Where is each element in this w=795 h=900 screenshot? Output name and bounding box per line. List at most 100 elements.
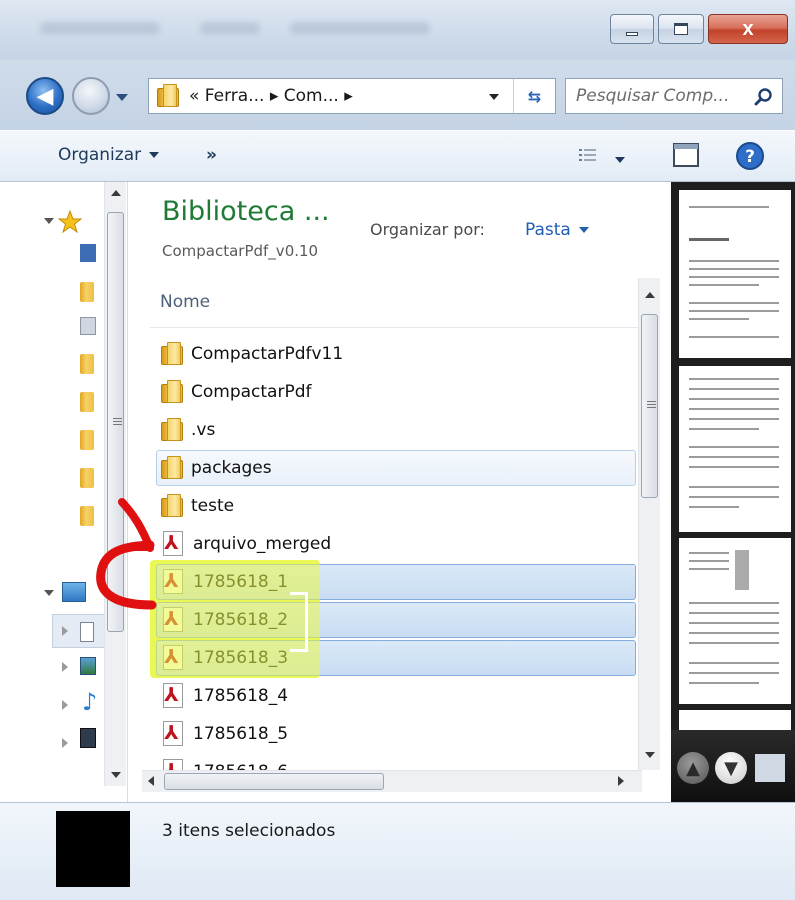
back-button[interactable]: ◀	[26, 77, 64, 115]
folder-icon	[161, 456, 183, 480]
libraries-icon[interactable]	[62, 582, 86, 602]
file-list-scrollbar[interactable]	[638, 278, 660, 770]
arrow-up-icon: ▲	[686, 757, 700, 779]
address-row: ◀ « Ferra... ▸ Com... ▸ ⇆	[0, 60, 795, 130]
library-subtitle: CompactarPdf_v0.10	[162, 242, 319, 260]
preview-page-indicator	[755, 754, 785, 782]
recent-places-icon[interactable]	[80, 317, 96, 335]
address-dropdown-icon[interactable]	[489, 94, 499, 100]
preview-page	[679, 366, 791, 532]
list-item[interactable]: .vs	[156, 412, 636, 448]
chevron-down-icon	[615, 157, 626, 163]
pdf-icon: ⅄	[161, 683, 185, 709]
view-list-icon	[579, 149, 596, 161]
refresh-icon: ⇆	[527, 86, 542, 106]
expand-arrow-icon[interactable]	[62, 738, 68, 748]
arrange-by-value: Pasta	[525, 220, 571, 240]
expand-arrow-icon[interactable]	[44, 590, 54, 596]
next-page-button[interactable]: ▼	[715, 752, 747, 784]
expand-arrow-icon[interactable]	[62, 700, 68, 710]
preview-controls: ▲ ▼	[671, 730, 795, 802]
item-name: CompactarPdfv11	[191, 344, 344, 364]
minimize-button[interactable]	[610, 14, 654, 44]
music-icon[interactable]: ♪	[82, 688, 97, 716]
preview-pane-icon	[673, 143, 699, 167]
pictures-icon[interactable]	[80, 657, 96, 675]
previous-page-button[interactable]: ▲	[677, 752, 709, 784]
list-item[interactable]: teste	[156, 488, 636, 524]
folder-icon[interactable]	[80, 354, 94, 374]
command-bar: Organizar » ?	[0, 130, 795, 182]
list-item[interactable]: packages	[156, 450, 636, 486]
chevron-down-icon	[149, 152, 160, 158]
breadcrumb[interactable]: « Ferra... ▸ Com... ▸	[189, 86, 353, 106]
forward-button[interactable]	[72, 77, 110, 115]
item-name: .vs	[191, 420, 216, 440]
more-commands-button[interactable]: »	[206, 145, 217, 165]
item-name: teste	[191, 496, 235, 516]
arrange-by-dropdown[interactable]: Pasta	[525, 220, 589, 240]
file-list-scroll-thumb[interactable]	[641, 314, 658, 498]
hscroll-thumb[interactable]	[164, 773, 384, 790]
more-label: »	[206, 145, 217, 165]
column-header-name[interactable]: Nome	[150, 278, 638, 328]
maximize-button[interactable]	[658, 14, 704, 44]
column-name-label: Nome	[160, 292, 211, 312]
search-icon[interactable]	[754, 87, 774, 107]
folder-icon	[157, 84, 179, 108]
history-dropdown-icon[interactable]	[116, 94, 128, 101]
folder-icon	[161, 380, 183, 404]
item-name: packages	[191, 458, 272, 478]
folder-icon[interactable]	[80, 430, 94, 450]
library-title: Biblioteca ...	[162, 196, 330, 227]
file-list-hscrollbar[interactable]	[142, 770, 642, 792]
nav-scroll-thumb[interactable]	[107, 212, 124, 632]
help-button[interactable]: ?	[734, 140, 766, 177]
scroll-up-icon[interactable]	[645, 292, 655, 298]
scroll-down-icon[interactable]	[111, 772, 121, 778]
title-bar[interactable]: x	[0, 0, 795, 60]
preview-pane-button[interactable]	[672, 141, 700, 174]
help-icon: ?	[736, 142, 764, 170]
list-item[interactable]: CompactarPdfv11	[156, 336, 636, 372]
expand-arrow-icon[interactable]	[62, 626, 68, 636]
navigation-pane[interactable]: ♪	[0, 182, 128, 802]
search-input[interactable]	[576, 86, 756, 106]
list-item[interactable]: ⅄ 1785618_5	[156, 716, 636, 752]
folder-icon[interactable]	[80, 282, 94, 302]
folder-icon[interactable]	[80, 392, 94, 412]
documents-icon[interactable]	[80, 622, 94, 642]
preview-pane[interactable]: ▲ ▼	[671, 182, 795, 802]
list-item[interactable]: CompactarPdf	[156, 374, 636, 410]
folder-icon[interactable]	[80, 468, 94, 488]
selection-count: 3 itens selecionados	[162, 821, 336, 841]
maximize-icon	[674, 23, 688, 35]
expand-arrow-icon[interactable]	[44, 218, 54, 224]
address-bar[interactable]: « Ferra... ▸ Com... ▸ ⇆	[148, 78, 556, 114]
videos-icon[interactable]	[80, 728, 96, 748]
nav-scrollbar[interactable]	[104, 182, 126, 786]
scroll-right-icon[interactable]	[618, 776, 624, 786]
favorites-star-icon	[58, 210, 82, 234]
list-item[interactable]: ⅄ arquivo_merged	[156, 526, 636, 562]
chevron-down-icon	[578, 227, 589, 233]
folder-icon	[161, 418, 183, 442]
scroll-left-icon[interactable]	[148, 776, 154, 786]
refresh-button[interactable]: ⇆	[513, 79, 555, 113]
folder-icon[interactable]	[80, 506, 94, 526]
preview-page	[679, 190, 791, 358]
close-button[interactable]: x	[708, 14, 788, 44]
expand-arrow-icon[interactable]	[62, 662, 68, 672]
explorer-window: x ◀ « Ferra... ▸ Com... ▸ ⇆ Organizar »	[0, 0, 795, 900]
list-item[interactable]: ⅄ 1785618_4	[156, 678, 636, 714]
organize-menu[interactable]: Organizar	[58, 145, 160, 165]
view-options-button[interactable]	[578, 147, 626, 170]
svg-text:?: ?	[745, 147, 755, 167]
file-list-pane[interactable]: Biblioteca ... CompactarPdf_v0.10 Organi…	[128, 182, 671, 802]
scroll-up-icon[interactable]	[111, 190, 121, 196]
organize-label: Organizar	[58, 145, 142, 165]
preview-page	[679, 710, 791, 732]
search-box[interactable]	[565, 78, 783, 114]
scroll-down-icon[interactable]	[645, 752, 655, 758]
desktop-icon[interactable]	[80, 244, 96, 262]
